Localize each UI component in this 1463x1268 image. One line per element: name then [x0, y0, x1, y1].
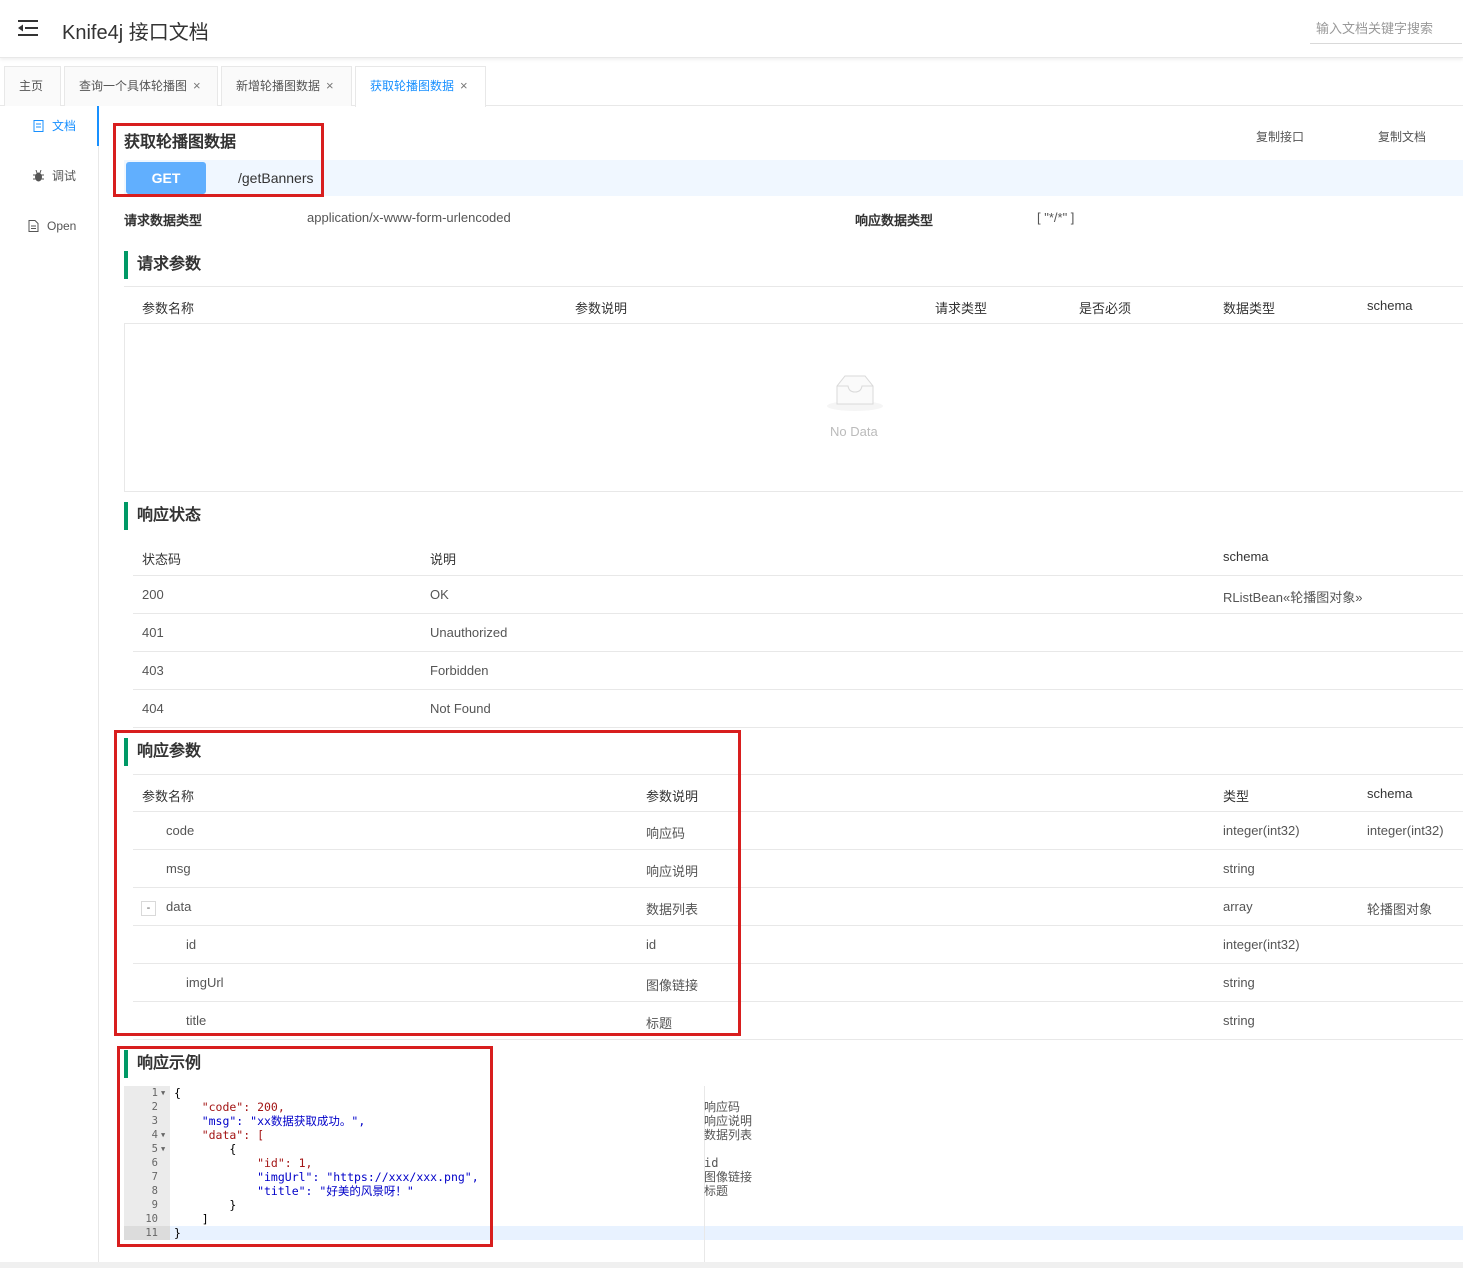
table-row: 404 Not Found	[133, 690, 1463, 728]
status-code: 401	[142, 625, 164, 640]
sidebar-item-doc[interactable]: 文档	[0, 106, 99, 146]
close-icon[interactable]: ×	[326, 78, 334, 93]
column-header: 说明	[430, 552, 457, 567]
param-type: string	[1223, 861, 1255, 876]
column-header: 参数说明	[575, 301, 628, 316]
top-bar: Knife4j 接口文档 输入文档关键字搜索	[0, 0, 1463, 58]
status-schema-link[interactable]: RListBean«轮播图对象»	[1223, 587, 1362, 606]
table-row: 401 Unauthorized	[133, 614, 1463, 652]
tab-get-banners[interactable]: 获取轮播图数据 ×	[355, 66, 486, 107]
request-type-value: application/x-www-form-urlencoded	[307, 210, 511, 225]
request-params-table: 参数名称 参数说明 请求类型 是否必须 数据类型 schema No Data	[124, 286, 1463, 492]
method-bar: GET /getBanners	[124, 160, 1463, 196]
param-schema: integer(int32)	[1367, 823, 1444, 838]
status-code: 404	[142, 701, 164, 716]
column-header: 参数名称	[142, 301, 195, 316]
tab-bar: 主页 查询一个具体轮播图 × 新增轮播图数据 × 获取轮播图数据 ×	[0, 62, 1463, 107]
close-icon[interactable]: ×	[193, 78, 201, 93]
menu-fold-icon[interactable]	[18, 19, 38, 37]
param-type: string	[1223, 975, 1255, 990]
param-type: string	[1223, 1013, 1255, 1028]
sidebar-item-open[interactable]: Open	[0, 206, 99, 246]
app-title: Knife4j 接口文档	[62, 22, 209, 44]
param-type: array	[1223, 899, 1253, 914]
column-header: schema	[1223, 549, 1269, 564]
status-code: 200	[142, 587, 164, 602]
sidebar-item-label: 调试	[52, 169, 77, 183]
status-desc: Unauthorized	[430, 625, 508, 640]
request-type-label: 请求数据类型	[124, 213, 203, 228]
file-icon	[28, 220, 39, 232]
sidebar-item-label: 文档	[52, 119, 77, 133]
tab-home[interactable]: 主页	[4, 66, 61, 106]
tab-label: 查询一个具体轮播图	[79, 79, 188, 93]
bottom-scroll-area	[0, 1262, 1463, 1268]
tab-add-banner[interactable]: 新增轮播图数据 ×	[221, 66, 352, 106]
tab-query-banner[interactable]: 查询一个具体轮播图 ×	[64, 66, 218, 106]
param-type: integer(int32)	[1223, 823, 1300, 838]
param-type: integer(int32)	[1223, 937, 1300, 952]
section-title-request-params: 请求参数	[124, 251, 201, 279]
status-desc: Not Found	[430, 701, 491, 716]
column-header: 状态码	[142, 552, 182, 567]
response-type-value: [ "*/*" ]	[1037, 210, 1075, 225]
column-header: 是否必须	[1079, 301, 1132, 316]
code-comment: 响应说明	[704, 1114, 753, 1128]
column-header: schema	[1367, 298, 1413, 313]
copy-api-button[interactable]: 复制接口	[1256, 128, 1304, 145]
empty-inbox-icon	[827, 375, 883, 411]
column-header: 数据类型	[1223, 301, 1276, 316]
close-icon[interactable]: ×	[460, 78, 468, 93]
sidebar: 文档 调试 Open	[0, 106, 99, 1268]
response-status-table: 状态码 说明 schema 200 OK RListBean«轮播图对象» 40…	[133, 538, 1463, 728]
document-icon	[33, 120, 44, 132]
empty-text: No Data	[830, 424, 878, 439]
column-header: schema	[1367, 786, 1413, 801]
copy-doc-button[interactable]: 复制文档	[1378, 128, 1426, 145]
code-comment: 图像链接	[704, 1170, 753, 1184]
code-comment: 标题	[704, 1184, 729, 1198]
column-header: 类型	[1223, 789, 1250, 804]
table-header: 状态码 说明 schema	[133, 538, 1463, 576]
code-comment: 数据列表	[704, 1128, 753, 1142]
param-schema: 轮播图对象	[1367, 902, 1433, 917]
section-title-response-status: 响应状态	[124, 502, 201, 530]
status-desc: Forbidden	[430, 663, 489, 678]
tab-label: 获取轮播图数据	[370, 79, 455, 93]
table-row: 403 Forbidden	[133, 652, 1463, 690]
status-code: 403	[142, 663, 164, 678]
tab-label: 主页	[19, 79, 44, 93]
bug-icon	[33, 170, 44, 182]
table-header: 参数名称 参数说明 请求类型 是否必须 数据类型 schema	[124, 286, 1463, 324]
sidebar-item-debug[interactable]: 调试	[0, 156, 99, 196]
empty-state: No Data	[124, 324, 1463, 492]
sidebar-item-label: Open	[47, 219, 77, 233]
table-row: 200 OK RListBean«轮播图对象»	[133, 576, 1463, 614]
status-desc: OK	[430, 587, 449, 602]
annotation-box	[117, 1046, 493, 1247]
annotation-box	[113, 123, 324, 197]
response-type-label: 响应数据类型	[855, 213, 934, 228]
code-comment: id	[704, 1156, 719, 1170]
code-comment: 响应码	[704, 1100, 741, 1114]
annotation-box	[114, 730, 741, 1036]
search-input[interactable]: 输入文档关键字搜索	[1310, 16, 1462, 44]
tab-label: 新增轮播图数据	[236, 79, 321, 93]
column-header: 请求类型	[935, 301, 988, 316]
